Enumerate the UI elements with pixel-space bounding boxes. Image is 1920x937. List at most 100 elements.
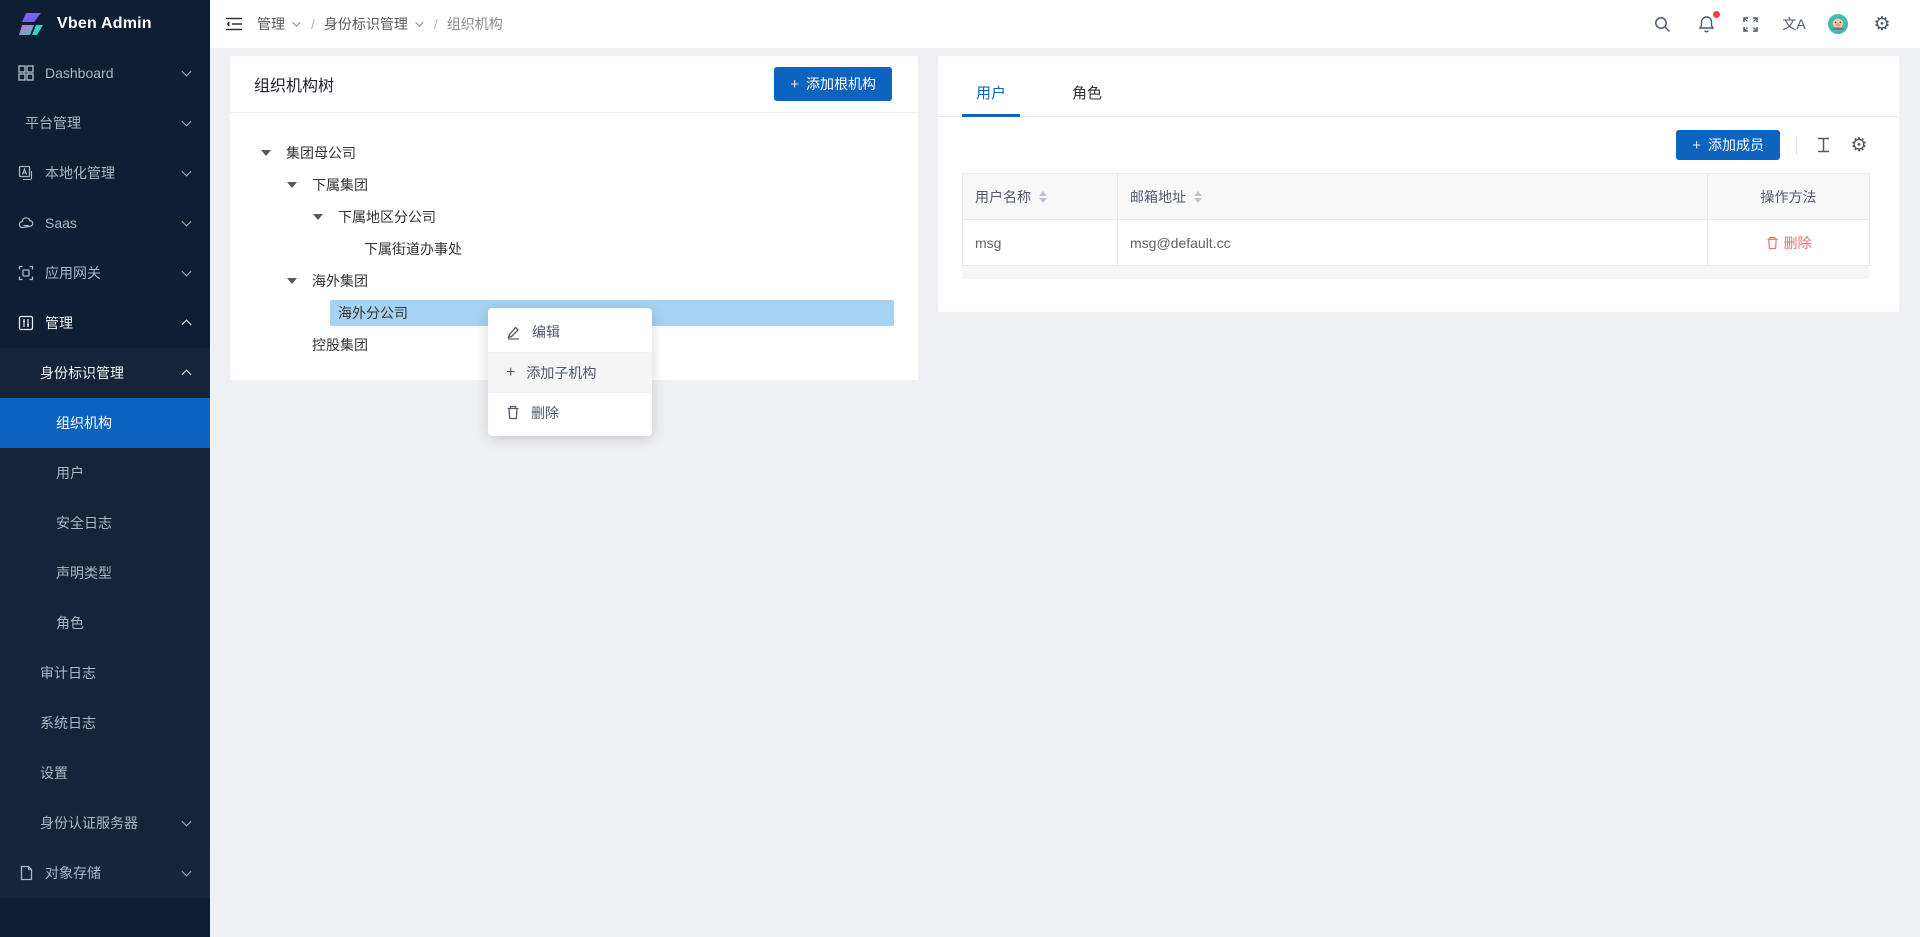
tree-caret-icon[interactable]	[306, 214, 330, 220]
sidebar-item-label: Saas	[45, 215, 77, 231]
gateway-icon	[17, 264, 35, 282]
sidebar-item-dashboard[interactable]: Dashboard	[0, 48, 210, 98]
breadcrumb: 管理 / 身份标识管理 / 组织机构	[257, 14, 503, 34]
sidebar-item-system-logs[interactable]: 系统日志	[0, 698, 210, 748]
add-member-label: 添加成员	[1708, 135, 1764, 155]
context-menu-delete[interactable]: 删除	[488, 392, 652, 432]
toolbar-divider	[1796, 136, 1797, 154]
context-menu-edit[interactable]: 编辑	[488, 312, 652, 352]
tree-node-label: 下属街道办事处	[356, 236, 470, 262]
breadcrumb-item[interactable]: 管理	[257, 14, 302, 34]
menu-fold-icon[interactable]	[225, 16, 243, 32]
tree-node-overseas-group[interactable]: 海外集团	[254, 267, 894, 295]
sidebar-item-settings[interactable]: 设置	[0, 748, 210, 798]
sidebar-item-label: 应用网关	[45, 263, 101, 283]
sort-icons[interactable]	[1194, 191, 1202, 203]
breadcrumb-separator: /	[311, 16, 315, 32]
breadcrumb-separator: /	[434, 16, 438, 32]
sidebar-item-label: 声明类型	[56, 563, 112, 583]
dashboard-icon	[17, 64, 35, 82]
chevron-down-icon	[182, 117, 192, 127]
tab-users[interactable]: 用户	[962, 82, 1020, 116]
sidebar-item-users[interactable]: 用户	[0, 448, 210, 498]
search-icon[interactable]	[1652, 14, 1672, 34]
sidebar-item-label: 角色	[56, 613, 84, 633]
breadcrumb-label: 组织机构	[447, 14, 503, 34]
fullscreen-icon[interactable]	[1740, 14, 1760, 34]
sidebar-item-platform[interactable]: 平台管理	[0, 98, 210, 148]
sidebar-item-object-storage[interactable]: 对象存储	[0, 848, 210, 898]
sidebar-item-roles[interactable]: 角色	[0, 598, 210, 648]
page-title: 组织机构树	[254, 72, 334, 96]
edit-icon	[506, 325, 521, 340]
sidebar-item-label: 平台管理	[25, 113, 81, 133]
row-height-icon[interactable]	[1813, 135, 1833, 155]
sidebar-item-localization[interactable]: 本地化管理	[0, 148, 210, 198]
sidebar-item-label: 身份标识管理	[40, 363, 124, 383]
sidebar-item-label: 审计日志	[40, 663, 96, 683]
settings-gear-icon[interactable]: ⚙	[1872, 14, 1892, 34]
column-header-username[interactable]: 用户名称	[963, 174, 1118, 220]
sidebar-item-claim-types[interactable]: 声明类型	[0, 548, 210, 598]
tree-node-street-office[interactable]: 下属街道办事处	[254, 235, 894, 263]
chevron-up-icon	[182, 319, 192, 329]
bell-icon[interactable]	[1696, 14, 1716, 34]
members-panel: 用户 角色 + 添加成员 ⚙ 用户名称	[938, 56, 1899, 312]
column-label: 用户名称	[975, 187, 1031, 207]
avatar[interactable]	[1828, 14, 1848, 34]
table-scrollbar-track[interactable]	[962, 266, 1869, 279]
sidebar-item-identity-management[interactable]: 身份标识管理	[0, 348, 210, 398]
sidebar-item-manage[interactable]: 管理	[0, 298, 210, 348]
translate-icon[interactable]: 文A	[1784, 14, 1804, 34]
logo-icon	[17, 9, 47, 39]
table-settings-gear-icon[interactable]: ⚙	[1849, 135, 1869, 155]
add-member-button[interactable]: + 添加成员	[1676, 130, 1780, 160]
app-title: Vben Admin	[57, 15, 152, 33]
logo[interactable]: Vben Admin	[0, 0, 210, 48]
add-root-org-button[interactable]: + 添加根机构	[774, 67, 892, 101]
sidebar-item-label: 管理	[45, 313, 73, 333]
sidebar-item-organizations[interactable]: 组织机构	[0, 398, 210, 448]
tree-node-label: 下属地区分公司	[330, 204, 444, 230]
sidebar-item-label: 设置	[40, 763, 68, 783]
tree-node-sub-group[interactable]: 下属集团	[254, 171, 894, 199]
tree-caret-icon[interactable]	[280, 182, 304, 188]
delete-member-label: 删除	[1784, 233, 1812, 253]
org-tree-panel-header: 组织机构树 + 添加根机构	[230, 56, 918, 113]
cell-username: msg	[963, 220, 1118, 266]
plus-icon: +	[506, 364, 515, 382]
tree-node-group-parent[interactable]: 集团母公司	[254, 139, 894, 167]
sidebar-item-saas[interactable]: Saas	[0, 198, 210, 248]
trash-icon	[506, 405, 520, 420]
breadcrumb-item-current: 组织机构	[447, 14, 503, 34]
column-label: 邮箱地址	[1130, 187, 1186, 207]
column-label: 操作方法	[1761, 189, 1817, 205]
sidebar-item-identity-server[interactable]: 身份认证服务器	[0, 798, 210, 848]
column-header-email[interactable]: 邮箱地址	[1118, 174, 1708, 220]
tree-node-regional-branch[interactable]: 下属地区分公司	[254, 203, 894, 231]
sidebar-item-audit-logs[interactable]: 审计日志	[0, 648, 210, 698]
table-header-row: 用户名称 邮箱地址 操作方法	[963, 174, 1870, 220]
header-actions: 文A ⚙	[1652, 14, 1920, 34]
context-menu-label: 编辑	[532, 322, 560, 342]
chevron-down-icon	[182, 867, 192, 877]
breadcrumb-label: 管理	[257, 14, 285, 34]
tree-caret-icon[interactable]	[254, 150, 278, 156]
chevron-down-icon	[182, 267, 192, 277]
context-menu-add-child-org[interactable]: + 添加子机构	[488, 352, 652, 392]
sidebar-item-label: 用户	[56, 463, 84, 483]
tree-context-menu: 编辑 + 添加子机构 删除	[488, 308, 652, 436]
tree-node-label: 集团母公司	[278, 140, 364, 166]
breadcrumb-item[interactable]: 身份标识管理	[324, 14, 425, 34]
storage-icon	[17, 864, 35, 882]
plus-icon: +	[1692, 137, 1701, 154]
cell-email: msg@default.cc	[1118, 220, 1708, 266]
context-menu-label: 删除	[531, 403, 559, 423]
tab-roles[interactable]: 角色	[1058, 82, 1116, 116]
sort-icons[interactable]	[1039, 191, 1047, 203]
context-menu-label: 添加子机构	[526, 363, 596, 383]
tree-caret-icon[interactable]	[280, 278, 304, 284]
delete-member-button[interactable]: 删除	[1766, 233, 1812, 253]
sidebar-item-security-logs[interactable]: 安全日志	[0, 498, 210, 548]
sidebar-item-gateway[interactable]: 应用网关	[0, 248, 210, 298]
